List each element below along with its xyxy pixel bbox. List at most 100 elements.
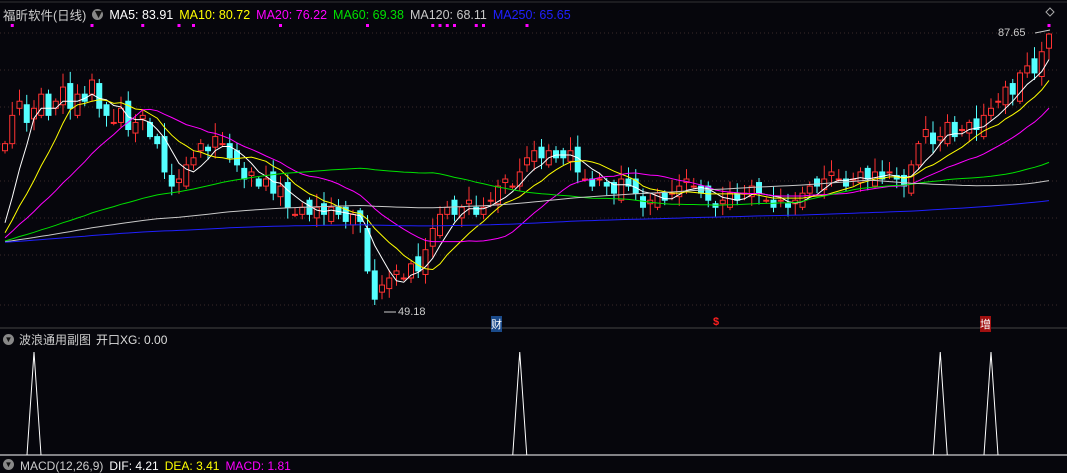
candle-up: [980, 114, 987, 138]
candle-up: [350, 213, 356, 226]
candle-up: [386, 277, 393, 290]
candle-up: [437, 213, 443, 237]
candle-up: [292, 213, 298, 216]
candle-up: [429, 227, 436, 247]
signal-marker: [445, 24, 449, 27]
candle-up: [1002, 86, 1009, 106]
diamond-icon: [1045, 7, 1055, 17]
candle-up: [9, 114, 16, 145]
signal-marker: [431, 24, 435, 27]
candle-down: [103, 104, 110, 116]
signal-spike: [512, 351, 528, 456]
candle-down: [168, 174, 175, 187]
candle-up: [422, 249, 429, 275]
candle-up: [1046, 33, 1052, 49]
candle-down: [756, 182, 762, 194]
candle-up: [988, 107, 994, 116]
signal-marker: [482, 24, 485, 27]
candle-down: [603, 182, 610, 187]
macd-legend: ▼ MACD(12,26,9) DIF: 4.21 DEA: 3.41 MACD…: [3, 459, 291, 473]
candle-down: [284, 182, 291, 208]
chart-legend: 福昕软件(日线) ▼ MA5: 83.91 MA10: 80.72 MA20: …: [3, 5, 571, 24]
ma5-label: MA5: 83.91: [109, 7, 174, 22]
signal-spike: [932, 351, 948, 456]
candle-down: [640, 196, 646, 208]
subchart-title: 波浪通用副图: [19, 333, 92, 347]
candle-up: [690, 185, 697, 188]
ma10-label: MA10: 80.72: [179, 7, 251, 22]
kline-chart[interactable]: [0, 0, 1067, 467]
candle-up: [922, 129, 929, 138]
candle-up: [379, 284, 385, 293]
event-tag-increase[interactable]: 增: [980, 316, 991, 332]
macd-dif: DIF: 4.21: [109, 459, 159, 473]
candle-up: [139, 114, 146, 120]
candle-up: [596, 178, 603, 181]
subchart-value: 开口XG: 0.00: [96, 333, 168, 347]
event-tag-finance[interactable]: 财: [491, 316, 502, 332]
ma120-label: MA120: 68.11: [409, 7, 487, 22]
candle-down: [560, 150, 567, 159]
candle-up: [110, 121, 117, 124]
signal-spike: [983, 351, 999, 456]
candle-up: [908, 164, 915, 194]
candle-down: [241, 167, 248, 180]
subchart-legend: ▼ 波浪通用副图 开口XG: 0.00: [3, 331, 167, 348]
signal-marker: [366, 24, 369, 27]
signal-marker: [141, 24, 145, 27]
candle-up: [400, 277, 407, 280]
candle-up: [219, 143, 226, 146]
candle-down: [930, 132, 936, 145]
dropdown-icon[interactable]: ▼: [92, 8, 105, 20]
candle-up: [618, 178, 625, 201]
candle-down: [371, 270, 378, 300]
candle-up: [1017, 72, 1023, 102]
candle-down: [154, 136, 161, 145]
signal-marker: [1047, 24, 1051, 27]
candle-up: [777, 199, 784, 202]
candle-up: [487, 199, 494, 202]
candle-up: [263, 178, 269, 187]
candle-up: [886, 171, 893, 174]
candle-down: [23, 104, 30, 123]
candle-up: [995, 100, 1002, 103]
dropdown-icon[interactable]: ▼: [3, 334, 14, 345]
candle-down: [814, 178, 820, 187]
ma250-label: MA250: 65.65: [492, 7, 571, 22]
candle-up: [531, 150, 538, 162]
candle-up: [190, 157, 197, 166]
high-arrow: [1034, 29, 1051, 34]
candle-down: [67, 83, 74, 109]
candle-up: [1024, 65, 1031, 74]
candle-up: [118, 107, 124, 123]
signal-marker: [192, 24, 195, 27]
signal-marker: [90, 24, 94, 27]
signal-marker: [438, 24, 442, 27]
signal-marker: [474, 24, 478, 27]
event-tag-dividend[interactable]: $: [713, 316, 719, 328]
macd-value: MACD: 1.81: [225, 459, 291, 473]
candle-up: [197, 143, 204, 152]
candle-down: [226, 143, 233, 159]
candle-down: [553, 150, 559, 159]
candle-up: [328, 206, 335, 222]
signal-marker: [177, 24, 181, 27]
candle-up: [937, 136, 944, 141]
ma20-line: [4, 107, 1050, 243]
candle-down: [1031, 58, 1038, 74]
dropdown-icon[interactable]: ▼: [3, 459, 14, 470]
ma20-label: MA20: 76.22: [256, 7, 328, 22]
candle-up: [828, 171, 835, 176]
signal-marker: [10, 24, 14, 27]
low-price-label: 49.18: [398, 306, 426, 318]
candle-up: [835, 178, 842, 181]
candle-up: [915, 143, 922, 166]
candle-down: [45, 93, 52, 116]
candle-up: [299, 206, 306, 215]
ma120-line: [4, 179, 1050, 243]
ma250-line: [4, 200, 1050, 243]
candle-up: [393, 270, 400, 275]
candle-down: [1009, 83, 1016, 95]
candle-up: [806, 185, 813, 194]
candle-up: [16, 100, 23, 109]
